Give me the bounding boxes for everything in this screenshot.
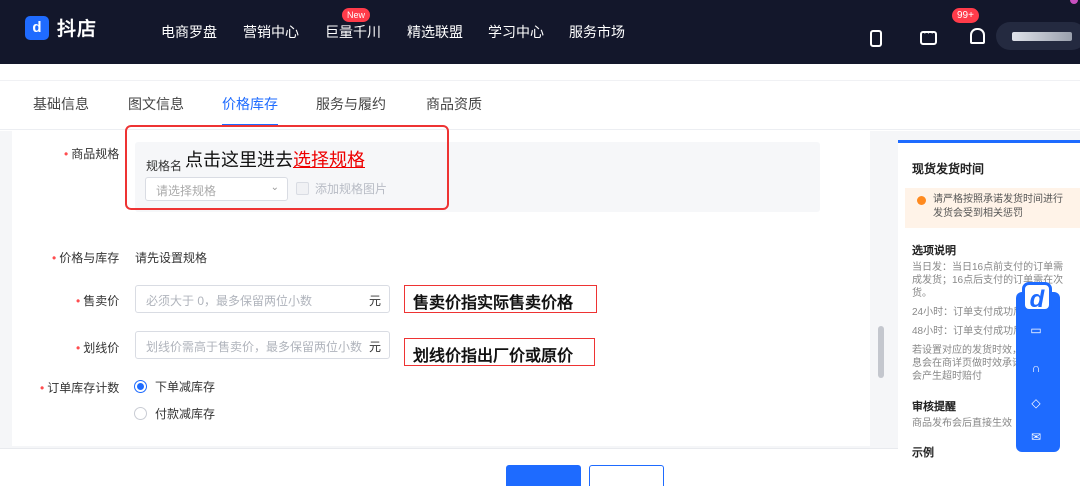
warning-text-line: 请严格按照承诺发货时间进行	[933, 194, 1063, 205]
options-text-line: 货。	[912, 288, 932, 299]
review-reminder-text: 商品发布会后直接生效	[912, 418, 1012, 429]
inventory-label-text: 订单库存计数	[47, 381, 120, 395]
radio-deduct-on-payment[interactable]: 付款减库存	[134, 405, 215, 422]
options-text-line: 若设置对应的发货时效，下	[912, 345, 1032, 356]
warning-icon	[917, 196, 926, 205]
sale-price-label-text: 售卖价	[83, 294, 120, 308]
radio-label: 付款减库存	[155, 407, 216, 421]
nav-item-marketing[interactable]: 营销中心	[243, 22, 299, 42]
radio-button[interactable]	[134, 407, 147, 420]
radio-label: 下单减库存	[155, 380, 216, 394]
price-stock-label: • 价格与库存	[52, 249, 119, 266]
nav-item-alliance[interactable]: 精选联盟	[407, 22, 463, 42]
nav-item-learning[interactable]: 学习中心	[488, 22, 544, 42]
example-heading: 示例	[912, 447, 934, 459]
options-text-line: 会产生超时赔付	[912, 371, 982, 382]
bell-icon[interactable]	[970, 28, 985, 44]
required-mark: •	[64, 147, 69, 161]
annotation-sale-price-note: 售卖价指实际售卖价格	[404, 285, 597, 313]
brand-name: 抖店	[57, 19, 98, 40]
spec-label-text: 商品规格	[71, 147, 120, 161]
required-mark: •	[76, 294, 81, 308]
user-account-menu[interactable]	[996, 22, 1080, 50]
price-stock-label-text: 价格与库存	[59, 251, 120, 265]
sale-price-placeholder: 必须大于 0，最多保留两位小数	[146, 294, 313, 308]
new-badge: New	[342, 8, 371, 22]
doudian-assistant-logo-icon[interactable]: d	[1022, 282, 1052, 313]
currency-unit: 元	[368, 340, 381, 354]
review-reminder-heading: 审核提醒	[912, 401, 956, 413]
tab-price-stock[interactable]: 价格库存	[222, 94, 278, 114]
nav-item-service-market[interactable]: 服务市场	[569, 22, 625, 42]
doudian-logo-icon: d	[25, 15, 49, 40]
annotation-strike-price-note: 划线价指出厂价或原价	[404, 338, 595, 366]
phone-icon[interactable]	[870, 30, 882, 47]
strike-price-placeholder: 划线价需高于售卖价，最多保留两位小数	[146, 340, 363, 354]
annotation-select-spec-link: 选择规格	[293, 150, 365, 171]
headset-icon[interactable]: ∩	[1028, 360, 1044, 376]
options-text-line: 当日发：当日16点前支付的订单需	[912, 262, 1064, 273]
radio-deduct-on-order[interactable]: 下单减库存	[134, 378, 215, 395]
notification-count-badge: 99+	[952, 8, 979, 23]
tab-service-fulfillment[interactable]: 服务与履约	[316, 94, 386, 114]
nav-item-qianchuan[interactable]: 巨量千川	[325, 22, 381, 42]
sale-price-label: • 售卖价	[76, 292, 119, 309]
brand[interactable]: d 抖店	[25, 14, 97, 41]
book-icon[interactable]: ▭	[1028, 322, 1044, 338]
tab-basic-info[interactable]: 基础信息	[33, 94, 89, 114]
sale-price-input[interactable]: 必须大于 0，最多保留两位小数 元	[135, 285, 390, 313]
strike-price-label: • 划线价	[76, 339, 119, 356]
required-mark: •	[40, 381, 45, 395]
tab-product-qualification[interactable]: 商品资质	[426, 94, 482, 114]
redacted-username	[1012, 32, 1072, 41]
divider	[0, 80, 1080, 81]
annotation-spec-instruction: 点击这里进去选择规格	[185, 146, 365, 172]
annotation-prefix: 点击这里进去	[185, 150, 293, 171]
shield-icon[interactable]: ◇	[1028, 395, 1044, 411]
currency-unit: 元	[368, 294, 381, 308]
spec-field-label: • 商品规格	[64, 145, 119, 162]
nav-item-compass[interactable]: 电商罗盘	[161, 22, 217, 42]
message-icon[interactable]	[920, 27, 937, 45]
required-mark: •	[76, 341, 81, 355]
radio-button[interactable]	[134, 380, 147, 393]
tab-images-text[interactable]: 图文信息	[128, 94, 184, 114]
inventory-count-label: • 订单库存计数	[40, 379, 119, 396]
secondary-action-button[interactable]	[589, 465, 664, 486]
price-stock-hint: 请先设置规格	[135, 251, 208, 265]
strike-price-label-text: 划线价	[83, 341, 120, 355]
options-explanation-heading: 选项说明	[912, 245, 956, 257]
scrollbar-thumb[interactable]	[878, 326, 884, 378]
required-mark: •	[52, 251, 57, 265]
strike-price-input[interactable]: 划线价需高于售卖价，最多保留两位小数元	[135, 331, 390, 359]
help-panel-title: 现货发货时间	[912, 162, 985, 176]
primary-action-button[interactable]	[506, 465, 581, 486]
mail-icon[interactable]: ✉	[1028, 429, 1044, 445]
warning-text-line: 发货会受到相关惩罚	[933, 208, 1023, 219]
